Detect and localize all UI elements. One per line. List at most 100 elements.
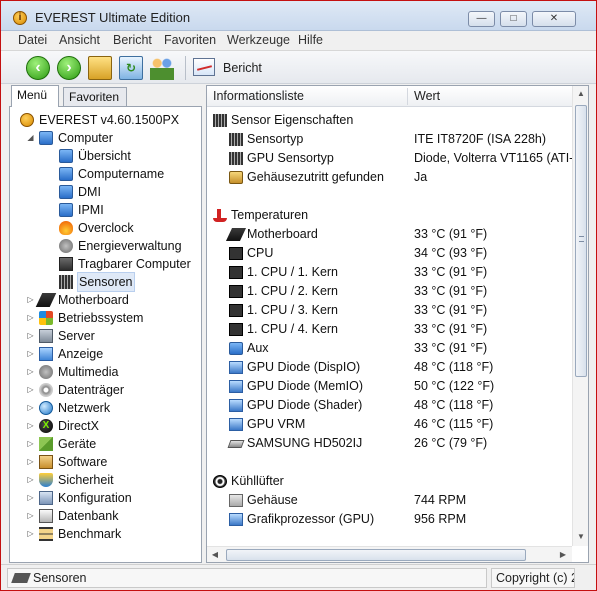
report-icon (193, 58, 215, 76)
list-row[interactable]: 1. CPU / 2. Kern 33 °C (91 °F) (207, 282, 572, 301)
sensor-icon (229, 133, 243, 146)
tab-menu[interactable]: Menü (11, 85, 59, 107)
section-header[interactable]: Kühllüfter (207, 472, 572, 491)
vertical-scroll-thumb[interactable] (575, 105, 587, 377)
menu-werkzeuge[interactable]: Werkzeuge (227, 33, 290, 47)
expand-icon[interactable]: ▷ (26, 417, 35, 435)
tree-item[interactable]: ▷ Anzeige (10, 345, 201, 363)
list-row[interactable]: Motherboard 33 °C (91 °F) (207, 225, 572, 244)
tree-item[interactable]: ▷ Konfiguration (10, 489, 201, 507)
row-label: GPU Diode (Shader) (247, 398, 363, 412)
disc-icon (39, 383, 53, 397)
scroll-down-icon[interactable]: ▼ (573, 529, 588, 545)
tree-item[interactable]: EVEREST v4.60.1500PX (10, 111, 201, 129)
list-row[interactable]: Gehäusezutritt gefunden Ja (207, 168, 572, 187)
menu-bericht[interactable]: Bericht (113, 33, 152, 47)
thermometer-icon (213, 209, 227, 222)
tree-item[interactable]: Übersicht (10, 147, 201, 165)
tree-item-label: Sicherheit (58, 473, 114, 487)
list-row[interactable]: CPU 34 °C (93 °F) (207, 244, 572, 263)
column-header-info[interactable]: Informationsliste (213, 89, 304, 103)
scroll-right-icon[interactable]: ▶ (555, 547, 571, 562)
list-row[interactable]: 1. CPU / 3. Kern 33 °C (91 °F) (207, 301, 572, 320)
gpu-icon (229, 380, 243, 393)
tree-item[interactable]: ◢ Computer (10, 129, 201, 147)
expand-icon[interactable]: ▷ (26, 507, 35, 525)
users-icon[interactable] (150, 56, 174, 80)
horizontal-scroll-thumb[interactable] (226, 549, 526, 561)
tree-item[interactable]: Tragbarer Computer (10, 255, 201, 273)
list-row[interactable]: GPU Diode (Shader) 48 °C (118 °F) (207, 396, 572, 415)
expand-icon[interactable]: ▷ (26, 525, 35, 543)
refresh-icon[interactable]: ↻ (119, 56, 143, 80)
row-label: CPU (247, 246, 274, 260)
tree-item[interactable]: ▷ Netzwerk (10, 399, 201, 417)
tree-item[interactable]: ▷ Software (10, 453, 201, 471)
expand-icon[interactable]: ▷ (26, 327, 35, 345)
menu-ansicht[interactable]: Ansicht (59, 33, 100, 47)
title-bar[interactable]: i EVEREST Ultimate Edition — □ ✕ (1, 1, 596, 31)
tree-item[interactable]: Overclock (10, 219, 201, 237)
tree-item[interactable]: ▷ Betriebssystem (10, 309, 201, 327)
menu-favoriten[interactable]: Favoriten (164, 33, 216, 47)
expand-icon[interactable]: ▷ (26, 345, 35, 363)
folder-up-icon[interactable] (88, 56, 112, 80)
expand-icon[interactable]: ▷ (26, 291, 35, 309)
tree-item[interactable]: Energieverwaltung (10, 237, 201, 255)
scroll-up-icon[interactable]: ▲ (573, 86, 588, 102)
list-row[interactable]: GPU Diode (DispIO) 48 °C (118 °F) (207, 358, 572, 377)
list-row[interactable]: Sensortyp ITE IT8720F (ISA 228h) (207, 130, 572, 149)
section-header[interactable]: Temperaturen (207, 206, 572, 225)
tree-item[interactable]: ▷ Sicherheit (10, 471, 201, 489)
tree-item[interactable]: ▷ Geräte (10, 435, 201, 453)
menu-datei[interactable]: Datei (18, 33, 47, 47)
tree-item[interactable]: ▷ Datenträger (10, 381, 201, 399)
tree-item[interactable]: ▷ Multimedia (10, 363, 201, 381)
list-row[interactable]: Grafikprozessor (GPU) 956 RPM (207, 510, 572, 529)
tree-item[interactable]: ▷ Motherboard (10, 291, 201, 309)
scroll-left-icon[interactable]: ◀ (207, 547, 223, 562)
list-row[interactable]: Aux 33 °C (91 °F) (207, 339, 572, 358)
minimize-button[interactable]: — (468, 11, 495, 27)
expand-icon[interactable]: ▷ (26, 453, 35, 471)
tree-item[interactable]: IPMI (10, 201, 201, 219)
expand-icon[interactable]: ▷ (26, 489, 35, 507)
tree-item[interactable]: Computername (10, 165, 201, 183)
list-row[interactable]: GPU Diode (MemIO) 50 °C (122 °F) (207, 377, 572, 396)
tree-item[interactable]: Sensoren (10, 272, 201, 292)
column-divider[interactable] (407, 88, 408, 105)
tree-item[interactable]: ▷ Datenbank (10, 507, 201, 525)
list-row[interactable]: Gehäuse 744 RPM (207, 491, 572, 510)
forward-icon[interactable]: › (57, 56, 81, 80)
expand-icon[interactable]: ▷ (26, 309, 35, 327)
list-row[interactable]: GPU VRM 46 °C (115 °F) (207, 415, 572, 434)
tree-item[interactable]: ▷ X DirectX (10, 417, 201, 435)
tree-item[interactable]: ▷ Server (10, 327, 201, 345)
expand-icon[interactable]: ▷ (26, 435, 35, 453)
horizontal-scrollbar[interactable]: ◀ ▶ (207, 546, 572, 562)
app-icon: i (13, 11, 27, 25)
column-header-value[interactable]: Wert (414, 89, 440, 103)
vertical-scrollbar[interactable]: ▲ ▼ (572, 86, 588, 546)
expand-icon[interactable]: ▷ (26, 471, 35, 489)
list-row[interactable]: 1. CPU / 4. Kern 33 °C (91 °F) (207, 320, 572, 339)
row-label: Motherboard (247, 227, 318, 241)
section-label: Temperaturen (231, 208, 309, 222)
report-button[interactable]: Bericht (191, 55, 271, 81)
tab-favoriten[interactable]: Favoriten (63, 87, 127, 107)
expand-icon[interactable]: ▷ (26, 363, 35, 381)
restore-button[interactable]: □ (500, 11, 527, 27)
expand-icon[interactable]: ▷ (26, 399, 35, 417)
back-icon[interactable]: ‹ (26, 56, 50, 80)
menu-hilfe[interactable]: Hilfe (298, 33, 323, 47)
tree-item[interactable]: DMI (10, 183, 201, 201)
tree-item[interactable]: ▷ Benchmark (10, 525, 201, 543)
close-button[interactable]: ✕ (532, 11, 576, 27)
collapse-icon[interactable]: ◢ (26, 129, 35, 147)
section-header[interactable]: Sensor Eigenschaften (207, 111, 572, 130)
expand-icon[interactable]: ▷ (26, 381, 35, 399)
toolbar-separator (185, 56, 186, 80)
list-row[interactable]: 1. CPU / 1. Kern 33 °C (91 °F) (207, 263, 572, 282)
list-row[interactable]: GPU Sensortyp Diode, Volterra VT1165 (ATI… (207, 149, 572, 168)
list-row[interactable]: SAMSUNG HD502IJ 26 °C (79 °F) (207, 434, 572, 453)
